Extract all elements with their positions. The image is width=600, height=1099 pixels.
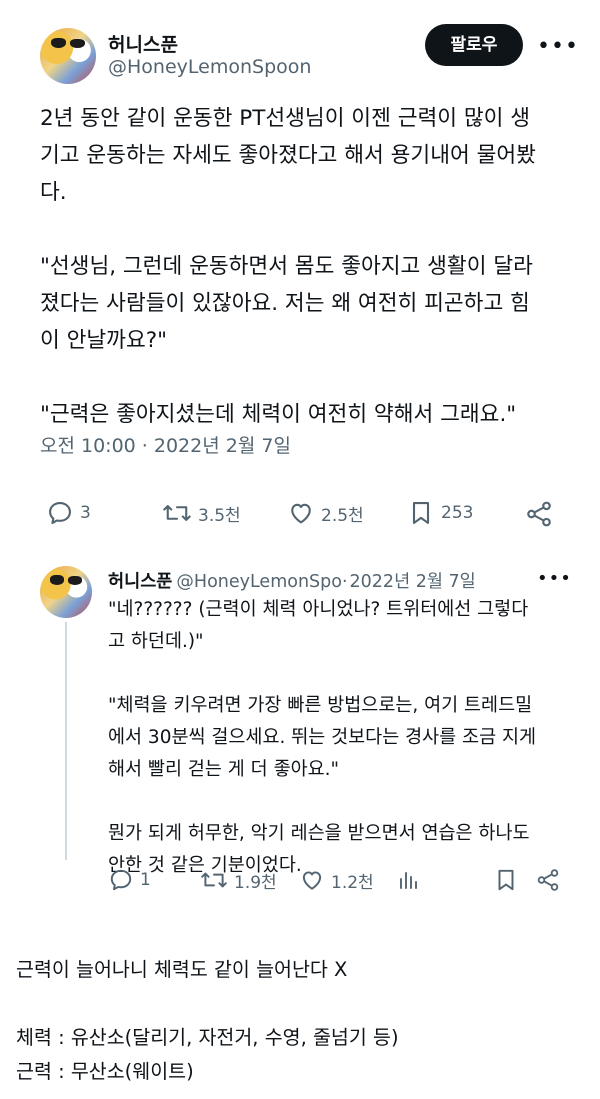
analytics-icon	[400, 872, 417, 889]
author-handle[interactable]: @HoneyLemonSpoon	[108, 56, 311, 78]
retweet-icon	[201, 872, 227, 888]
reply-author-handle[interactable]: @HoneyLemonSpo·	[176, 572, 347, 592]
avatar-figure-right	[68, 576, 82, 585]
author-name[interactable]: 허니스푼	[108, 30, 178, 57]
reply-icon	[110, 869, 132, 891]
reply-like-count: 1.2천	[331, 872, 374, 893]
heart-icon	[302, 871, 322, 890]
share-icon	[527, 501, 551, 527]
caption-line-1: 근력이 늘어나니 체력도 같이 늘어난다 X	[16, 958, 348, 981]
heart-icon	[291, 503, 311, 524]
retweet-action[interactable]: 3.5천	[162, 499, 241, 527]
like-action[interactable]: 2.5천	[287, 499, 364, 527]
caption-line-2: 체력 : 유산소(달리기, 자전거, 수영, 줄넘기 등)	[16, 1026, 399, 1049]
bookmark-icon	[498, 869, 514, 891]
bookmark-action[interactable]: 253	[407, 499, 473, 527]
more-options-icon[interactable]: •••	[537, 34, 579, 59]
caption-line-3: 근력 : 무산소(웨이트)	[16, 1060, 194, 1083]
like-count: 2.5천	[321, 505, 364, 526]
follow-button[interactable]: 팔로우	[425, 24, 523, 66]
avatar-figure-left	[51, 38, 66, 49]
reply-more-options-icon[interactable]: •••	[537, 568, 572, 589]
reply-header: 허니스푼 @HoneyLemonSpo· 2022년 2월 7일	[108, 568, 476, 593]
tweet-text: 2년 동안 같이 운동한 PT선생님이 이젠 근력이 많이 생 기고 운동하는 …	[40, 106, 536, 427]
reply-retweet-action[interactable]: 1.9천	[200, 867, 277, 893]
reply-analytics-action[interactable]	[397, 867, 427, 893]
bookmark-icon	[412, 502, 430, 524]
avatar-figure-left	[50, 575, 64, 585]
reply-author-avatar[interactable]	[40, 566, 92, 618]
reply-bookmark-action[interactable]	[493, 867, 525, 893]
reply-action[interactable]: 3	[46, 499, 91, 527]
reply-like-action[interactable]: 1.2천	[299, 867, 374, 893]
reply-retweet-count: 1.9천	[234, 872, 277, 893]
share-icon	[537, 869, 559, 891]
reply-icon	[49, 502, 71, 524]
share-action[interactable]	[524, 499, 560, 529]
avatar-figure-right	[70, 39, 85, 49]
reply-date[interactable]: 2022년 2월 7일	[350, 568, 476, 593]
bookmark-count: 253	[441, 503, 474, 523]
reply-count: 3	[80, 503, 91, 523]
tweet-timestamp[interactable]: 오전 10:00 · 2022년 2월 7일	[40, 431, 291, 458]
retweet-icon	[163, 505, 191, 521]
reply-share-action[interactable]	[535, 866, 567, 894]
reply-reply-count: 1	[140, 870, 151, 890]
reply-author-name[interactable]: 허니스푼	[108, 568, 172, 593]
author-avatar[interactable]	[40, 28, 96, 84]
retweet-count: 3.5천	[198, 505, 241, 526]
reply-text: "네?????? (근력이 체력 아니었나? 트위터에선 그렇다 고 하던데.)…	[108, 599, 537, 876]
thread-connector-line	[65, 622, 67, 860]
reply-reply-action[interactable]: 1	[108, 867, 151, 893]
